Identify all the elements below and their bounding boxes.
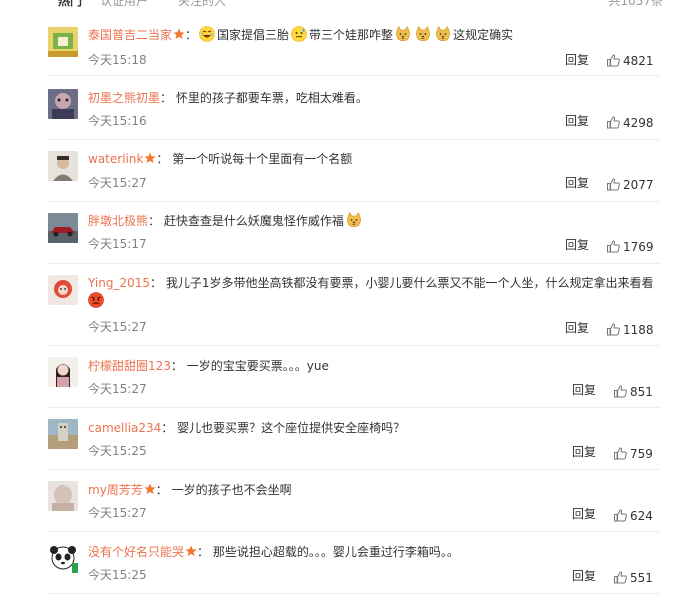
divider — [48, 593, 660, 594]
username[interactable]: 没有个好名只能哭 — [88, 545, 184, 559]
like-count: 759 — [630, 447, 653, 461]
username[interactable]: Ying_2015 — [88, 276, 150, 290]
comment-time: 今天15:16 — [88, 114, 147, 128]
like-button[interactable]: 759 — [614, 446, 653, 462]
like-count: 551 — [630, 571, 653, 585]
comment-time: 今天15:27 — [88, 320, 147, 334]
verified-badge-icon — [144, 151, 156, 163]
comment-time: 今天15:17 — [88, 237, 147, 251]
divider — [48, 201, 660, 202]
comment-time: 今天15:25 — [88, 444, 147, 458]
thumbs-up-icon — [614, 571, 627, 584]
like-count: 1769 — [623, 240, 654, 254]
doge-emoji — [346, 212, 362, 228]
username[interactable]: 柠檬甜甜圈123 — [88, 359, 171, 373]
reply-button[interactable]: 回复 — [572, 382, 596, 398]
thumbs-up-icon — [607, 240, 620, 253]
divider — [48, 345, 660, 346]
comment-time: 今天15:27 — [88, 176, 147, 190]
like-button[interactable]: 1769 — [607, 239, 654, 255]
divider — [48, 531, 660, 532]
comment-tabs: 热门 认证用户 关注的人 共1057条 — [0, 0, 675, 8]
thumbs-up-icon — [614, 447, 627, 460]
comment-text: 那些说担心超载的。。。婴儿会重过行李箱吗。。 — [212, 545, 459, 559]
comment-time: 今天15:25 — [88, 568, 147, 582]
avatar[interactable] — [48, 151, 78, 181]
divider — [48, 469, 660, 470]
like-count: 624 — [630, 509, 653, 523]
comment-time: 今天15:27 — [88, 506, 147, 520]
thumbs-up-icon — [607, 116, 620, 129]
divider — [48, 75, 660, 76]
comment-text: 一岁的孩子也不会坐啊 — [171, 483, 292, 497]
divider — [48, 407, 660, 408]
like-button[interactable]: 1188 — [607, 322, 654, 338]
username[interactable]: 泰国普吉二当家 — [88, 28, 172, 42]
divider — [48, 139, 660, 140]
comment-text: 怀里的孩子都要车票，吃相太难看。 — [175, 91, 368, 105]
comment-text: 婴儿也要买票？这个座位提供安全座椅吗？ — [177, 421, 406, 435]
comment-text: 这规定确实 — [453, 28, 514, 42]
laugh-emoji — [199, 26, 215, 42]
reply-button[interactable]: 回复 — [565, 52, 589, 68]
avatar[interactable] — [48, 357, 78, 387]
tab-following[interactable]: 关注的人 — [178, 0, 226, 8]
comment-text: 我儿子1岁多带他坐高铁都没有要票，小婴儿要什么票又不能一个人坐，什么规定拿出来看… — [165, 276, 654, 290]
thumbs-up-icon — [614, 509, 627, 522]
like-button[interactable]: 851 — [614, 384, 653, 400]
tab-verified[interactable]: 认证用户 — [100, 0, 148, 8]
thumbs-up-icon — [607, 54, 620, 67]
like-button[interactable]: 624 — [614, 508, 653, 524]
sweat-emoji — [291, 26, 307, 42]
verified-badge-icon — [144, 482, 156, 494]
avatar[interactable] — [48, 481, 78, 511]
like-count: 851 — [630, 385, 653, 399]
username[interactable]: 胖墩北极熊 — [88, 214, 148, 228]
thumbs-up-icon — [607, 323, 620, 336]
angry-emoji — [88, 292, 104, 308]
like-button[interactable]: 2077 — [607, 177, 654, 193]
comment-time: 今天15:27 — [88, 382, 147, 396]
avatar[interactable] — [48, 89, 78, 119]
doge-emoji — [435, 26, 451, 42]
comment-text: 一岁的宝宝要买票。。。yue — [186, 359, 329, 373]
like-count: 1188 — [623, 323, 654, 337]
reply-button[interactable]: 回复 — [565, 237, 589, 253]
avatar[interactable] — [48, 419, 78, 449]
comment-time: 今天15:18 — [88, 53, 147, 67]
thumbs-up-icon — [607, 178, 620, 191]
avatar[interactable] — [48, 275, 78, 305]
reply-button[interactable]: 回复 — [565, 113, 589, 129]
like-button[interactable]: 551 — [614, 570, 653, 586]
like-count: 4298 — [623, 116, 654, 130]
comment-text: 赶快查查是什么妖魔鬼怪作威作福 — [163, 214, 344, 228]
reply-button[interactable]: 回复 — [565, 175, 589, 191]
reply-button[interactable]: 回复 — [572, 506, 596, 522]
thumbs-up-icon — [614, 385, 627, 398]
divider — [48, 263, 660, 264]
tab-hot[interactable]: 热门 — [58, 0, 82, 8]
comment-text: 国家提倡三胎 — [217, 28, 290, 42]
username[interactable]: my周芳芳 — [88, 483, 143, 497]
avatar[interactable] — [48, 543, 78, 573]
reply-button[interactable]: 回复 — [565, 320, 589, 336]
avatar[interactable] — [48, 213, 78, 243]
verified-badge-icon — [185, 544, 197, 556]
total-comment-count: 共1057条 — [608, 0, 663, 8]
username[interactable]: camellia234 — [88, 421, 161, 435]
comment-text: 带三个娃那咋整 — [309, 28, 394, 42]
username[interactable]: 初墨之熊初墨 — [88, 91, 160, 105]
verified-badge-icon — [173, 27, 185, 39]
like-count: 2077 — [623, 178, 654, 192]
like-button[interactable]: 4298 — [607, 115, 654, 131]
reply-button[interactable]: 回复 — [572, 444, 596, 460]
comment-text: 第一个听说每十个里面有一个名额 — [172, 152, 353, 166]
username[interactable]: waterlink — [88, 152, 143, 166]
doge-emoji — [395, 26, 411, 42]
doge-emoji — [415, 26, 431, 42]
avatar[interactable] — [48, 27, 78, 57]
reply-button[interactable]: 回复 — [572, 568, 596, 584]
like-count: 4821 — [623, 54, 654, 68]
like-button[interactable]: 4821 — [607, 53, 654, 69]
